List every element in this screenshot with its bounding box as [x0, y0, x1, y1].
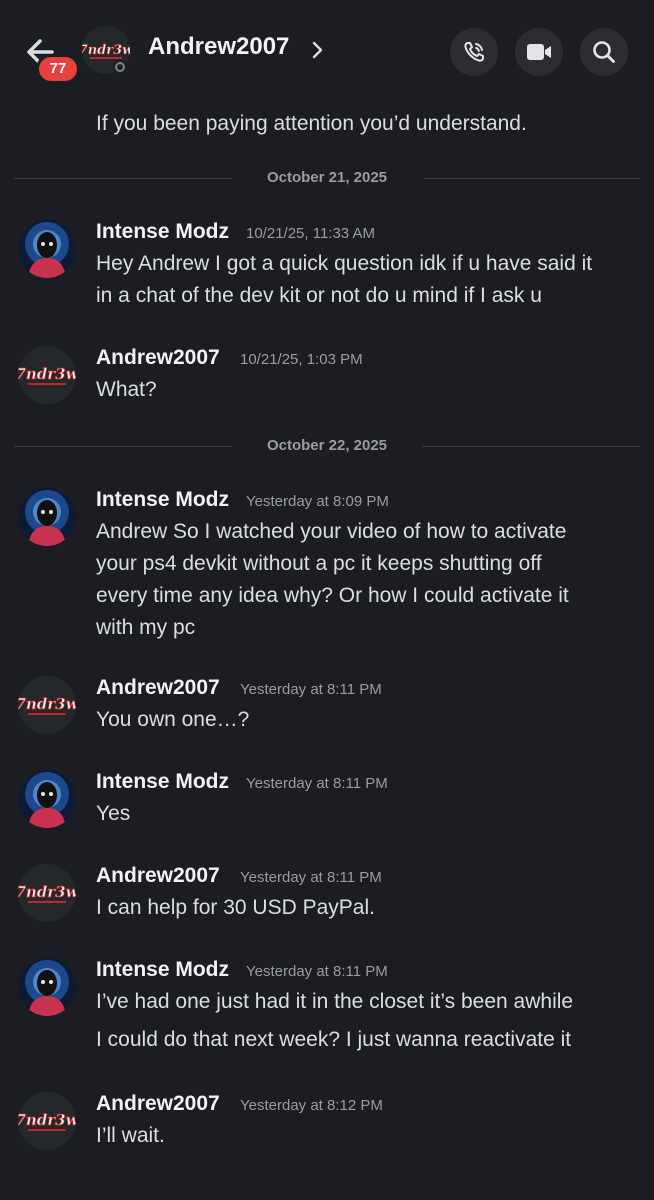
avatar[interactable]	[18, 958, 76, 1016]
svg-text:7ndr3w: 7ndr3w	[18, 883, 76, 901]
message-author[interactable]: Andrew2007	[96, 864, 220, 888]
logo-avatar-icon: 7ndr3w	[18, 864, 76, 922]
phone-call-icon	[464, 42, 484, 62]
message-text: I’ve had one just had it in the closet i…	[96, 990, 574, 1013]
avatar[interactable]	[18, 770, 76, 828]
message-text: Andrew So I watched your video of how to…	[96, 520, 567, 543]
masked-figure-avatar-icon	[18, 958, 76, 1016]
logo-avatar-icon: 7ndr3w	[18, 346, 76, 404]
avatar[interactable]: 7ndr3w	[18, 346, 76, 404]
message-text: Yes	[96, 802, 131, 825]
message-author[interactable]: Andrew2007	[96, 1092, 220, 1116]
logo-avatar-icon: 7ndr3w	[18, 1092, 76, 1150]
message-author[interactable]: Intense Modz	[96, 958, 229, 982]
svg-text:7ndr3w: 7ndr3w	[18, 365, 76, 383]
message-timestamp: Yesterday at 8:11 PM	[240, 681, 382, 698]
unread-badge: 77	[39, 57, 77, 81]
masked-figure-avatar-icon	[18, 770, 76, 828]
search-button[interactable]	[580, 28, 628, 76]
message-text: I’ll wait.	[96, 1124, 165, 1147]
date-divider-label: October 21, 2025	[252, 169, 402, 186]
avatar[interactable]: 7ndr3w	[18, 864, 76, 922]
message-timestamp: Yesterday at 8:12 PM	[240, 1097, 383, 1114]
video-call-button[interactable]	[515, 28, 563, 76]
search-icon	[593, 41, 615, 63]
message-timestamp: Yesterday at 8:11 PM	[246, 963, 388, 980]
message-timestamp: Yesterday at 8:11 PM	[246, 775, 388, 792]
voice-call-button[interactable]	[450, 28, 498, 76]
avatar[interactable]: 7ndr3w	[18, 676, 76, 734]
svg-text:7ndr3w: 7ndr3w	[82, 43, 130, 58]
date-divider-label: October 22, 2025	[252, 437, 402, 454]
chevron-right-icon[interactable]	[310, 40, 324, 60]
message-author[interactable]: Intense Modz	[96, 770, 229, 794]
svg-text:7ndr3w: 7ndr3w	[18, 695, 76, 713]
svg-text:7ndr3w: 7ndr3w	[18, 1111, 76, 1129]
message-text: You own one…?	[96, 708, 250, 731]
avatar[interactable]	[18, 220, 76, 278]
message-author[interactable]: Intense Modz	[96, 220, 229, 244]
message-text: your ps4 devkit without a pc it keeps sh…	[96, 552, 542, 575]
header-title[interactable]: Andrew2007	[148, 33, 289, 61]
status-indicator	[113, 60, 127, 74]
message-author[interactable]: Andrew2007	[96, 346, 220, 370]
message-author[interactable]: Intense Modz	[96, 488, 229, 512]
masked-figure-avatar-icon	[18, 488, 76, 546]
message-text: I could do that next week? I just wanna …	[96, 1028, 572, 1051]
chat-header: 77 7ndr3w Andrew2007	[0, 0, 654, 96]
message-text: in a chat of the dev kit or not do u min…	[96, 284, 542, 307]
video-camera-icon	[527, 44, 551, 60]
logo-avatar-icon: 7ndr3w	[18, 676, 76, 734]
avatar[interactable]	[18, 488, 76, 546]
message-author[interactable]: Andrew2007	[96, 676, 220, 700]
message-text: I can help for 30 USD PayPal.	[96, 896, 375, 919]
message-text: If you been paying attention you’d under…	[96, 112, 527, 135]
message-timestamp: 10/21/25, 11:33 AM	[246, 225, 375, 242]
date-divider: October 21, 2025	[14, 168, 640, 188]
masked-figure-avatar-icon	[18, 220, 76, 278]
message-text: with my pc	[96, 616, 196, 639]
message-timestamp: Yesterday at 8:11 PM	[240, 869, 382, 886]
date-divider: October 22, 2025	[14, 436, 640, 456]
message-timestamp: Yesterday at 8:09 PM	[246, 493, 389, 510]
message-text: Hey Andrew I got a quick question idk if…	[96, 252, 593, 275]
avatar[interactable]: 7ndr3w	[18, 1092, 76, 1150]
message-text: What?	[96, 378, 157, 401]
message-text: every time any idea why? Or how I could …	[96, 584, 569, 607]
message-timestamp: 10/21/25, 1:03 PM	[240, 351, 363, 368]
